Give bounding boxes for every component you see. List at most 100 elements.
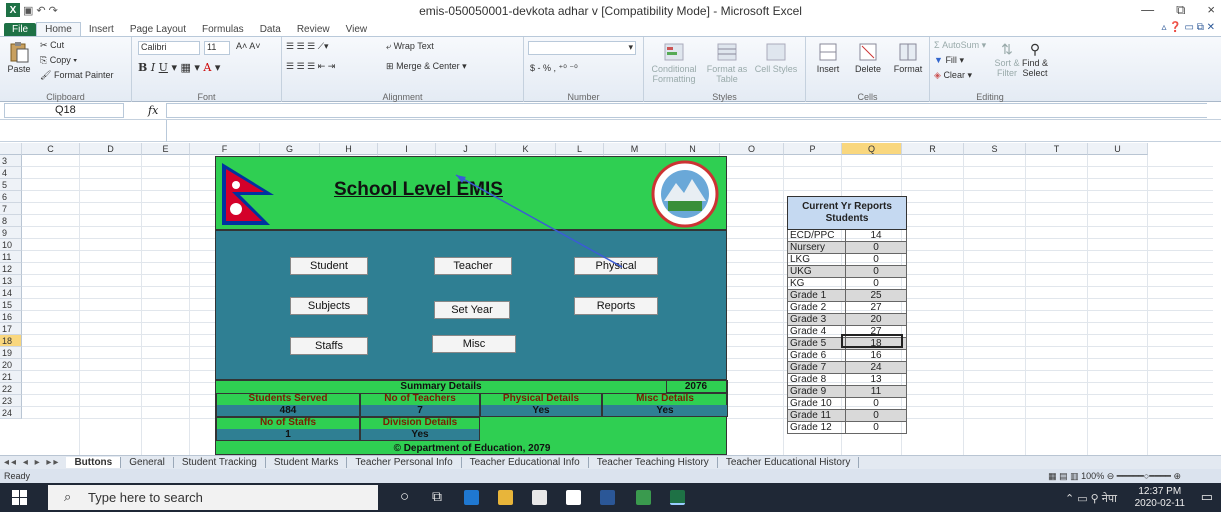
sheet-tab-student-tracking[interactable]: Student Tracking (174, 457, 266, 468)
name-box[interactable]: Q18 (4, 103, 124, 118)
column-header-n[interactable]: N (666, 143, 720, 155)
excel-taskbar-icon[interactable] (670, 490, 685, 505)
row-header-16[interactable]: 16 (0, 311, 22, 323)
wrap-text-button[interactable]: ⤶ Wrap Text (386, 41, 434, 52)
column-header-f[interactable]: F (190, 143, 260, 155)
column-header-d[interactable]: D (80, 143, 142, 155)
column-header-e[interactable]: E (142, 143, 190, 155)
delete-cells-button[interactable]: Delete (850, 41, 886, 74)
bold-italic-underline-icons[interactable]: B I U ▾ ▦ ▾ A ▾ (138, 61, 220, 74)
media-icon[interactable] (636, 490, 651, 505)
row-header-18[interactable]: 18 (0, 335, 22, 347)
windows-start-icon[interactable] (12, 490, 27, 505)
amazon-icon[interactable] (566, 490, 581, 505)
number-format-select[interactable]: ▾ (528, 41, 636, 55)
worksheet-grid[interactable]: C D E F G H I J K L M N O P Q R S T U 3 4 5 6 7 8 9 10 11 12 13 14 15 16… (0, 143, 1213, 455)
cell-styles-button[interactable]: Cell Styles (754, 41, 798, 74)
tab-file[interactable]: File (4, 23, 37, 36)
sheet-tab-teacher-educational-info[interactable]: Teacher Educational Info (462, 457, 589, 468)
row-header-9[interactable]: 9 (0, 227, 22, 239)
help-icon[interactable]: ▵ ❓ ▭ ⧉ ✕ (1161, 22, 1215, 33)
row-header-15[interactable]: 15 (0, 299, 22, 311)
column-header-q[interactable]: Q (842, 143, 902, 155)
row-header-22[interactable]: 22 (0, 383, 22, 395)
row-header-5[interactable]: 5 (0, 179, 22, 191)
sort-filter-button[interactable]: ⇅ Sort & Filter (994, 41, 1020, 78)
currency-format-button[interactable]: $ - % , ⁺⁰ ⁻⁰ (530, 63, 578, 74)
restore-button[interactable]: ⧉ (1176, 2, 1185, 18)
set-year-button[interactable]: Set Year (434, 301, 510, 319)
file-explorer-icon[interactable] (498, 490, 513, 505)
row-header-7[interactable]: 7 (0, 203, 22, 215)
sheet-tab-general[interactable]: General (121, 457, 174, 468)
student-button[interactable]: Student (290, 257, 368, 275)
sheet-tab-student-marks[interactable]: Student Marks (266, 457, 348, 468)
find-select-button[interactable]: ⚲ Find & Select (1022, 41, 1048, 78)
edge-icon[interactable] (464, 490, 479, 505)
system-tray[interactable]: ⌃ ▭ ⚲ नेपा (1065, 491, 1117, 506)
font-size-select[interactable]: 11 (204, 41, 230, 55)
cortana-icon[interactable]: ○ (400, 488, 409, 505)
column-header-l[interactable]: L (556, 143, 604, 155)
row-header-3[interactable]: 3 (0, 155, 22, 167)
format-cells-button[interactable]: Format (890, 41, 926, 74)
insert-cells-button[interactable]: Insert (810, 41, 846, 74)
sheet-tab-teacher-personal-info[interactable]: Teacher Personal Info (347, 457, 462, 468)
select-all-corner[interactable] (0, 143, 22, 155)
notification-icon[interactable]: ▭ (1201, 489, 1213, 505)
row-header-24[interactable]: 24 (0, 407, 22, 419)
column-header-i[interactable]: I (378, 143, 436, 155)
column-header-t[interactable]: T (1026, 143, 1088, 155)
merge-center-button[interactable]: ⊞ Merge & Center ▾ (386, 61, 467, 72)
column-header-p[interactable]: P (784, 143, 842, 155)
formula-input[interactable] (166, 103, 1207, 118)
sheet-nav-arrows[interactable]: ◂◂ ◂ ▸ ▸▸ (4, 457, 60, 468)
font-name-select[interactable]: Calibri (138, 41, 200, 55)
row-header-4[interactable]: 4 (0, 167, 22, 179)
row-header-17[interactable]: 17 (0, 323, 22, 335)
clock[interactable]: 12:37 PM 2020-02-11 (1135, 486, 1185, 510)
format-painter-button[interactable]: 🖌 Format Painter (40, 70, 113, 81)
column-header-o[interactable]: O (720, 143, 784, 155)
row-header-23[interactable]: 23 (0, 395, 22, 407)
conditional-formatting-button[interactable]: Conditional Formatting (648, 41, 700, 84)
staffs-button[interactable]: Staffs (290, 337, 368, 355)
paste-button[interactable]: Paste (6, 41, 32, 74)
fill-button[interactable]: ▼ Fill ▾ (934, 55, 964, 66)
tab-home[interactable]: Home (36, 22, 81, 36)
task-view-icon[interactable]: ⧉ (432, 488, 442, 505)
insert-function-icon[interactable]: fx (148, 104, 158, 117)
active-cell[interactable] (841, 334, 903, 348)
tab-view[interactable]: View (338, 23, 376, 36)
row-header-21[interactable]: 21 (0, 371, 22, 383)
minimize-button[interactable]: — (1141, 2, 1154, 18)
tab-formulas[interactable]: Formulas (194, 23, 252, 36)
misc-button[interactable]: Misc (432, 335, 516, 353)
autosum-button[interactable]: Σ AutoSum ▾ (934, 40, 986, 51)
sheet-tab-buttons[interactable]: Buttons (66, 457, 122, 468)
row-header-8[interactable]: 8 (0, 215, 22, 227)
tab-insert[interactable]: Insert (81, 23, 122, 36)
column-header-k[interactable]: K (496, 143, 556, 155)
tab-page-layout[interactable]: Page Layout (122, 23, 194, 36)
align-left-icons[interactable]: ☰ ☰ ☰ ⇤ ⇥ (286, 61, 335, 72)
close-button[interactable]: × (1207, 2, 1215, 18)
column-header-j[interactable]: J (436, 143, 496, 155)
tab-review[interactable]: Review (289, 23, 338, 36)
grow-font-icon[interactable]: A˄ A˅ (236, 41, 261, 51)
row-header-19[interactable]: 19 (0, 347, 22, 359)
row-header-11[interactable]: 11 (0, 251, 22, 263)
format-as-table-button[interactable]: Format as Table (704, 41, 750, 84)
cut-button[interactable]: ✂ Cut (40, 40, 64, 51)
row-header-14[interactable]: 14 (0, 287, 22, 299)
taskbar-search-input[interactable]: Type here to search (48, 485, 378, 510)
word-icon[interactable] (600, 490, 615, 505)
column-header-u[interactable]: U (1088, 143, 1148, 155)
tab-data[interactable]: Data (252, 23, 289, 36)
clear-button[interactable]: ◈ Clear ▾ (934, 70, 972, 81)
column-header-c[interactable]: C (22, 143, 80, 155)
store-icon[interactable] (532, 490, 547, 505)
column-header-r[interactable]: R (902, 143, 964, 155)
row-header-13[interactable]: 13 (0, 275, 22, 287)
row-header-12[interactable]: 12 (0, 263, 22, 275)
